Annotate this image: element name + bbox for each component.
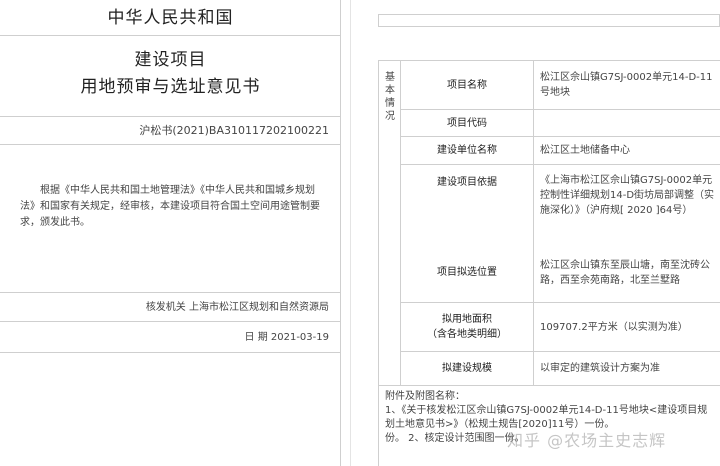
- row-value: 以审定的建筑设计方案为准: [540, 363, 660, 374]
- row-label: 拟用地面积 （含各地类明细）: [401, 303, 534, 351]
- row-value: 松江区土地储备中心: [540, 145, 630, 156]
- country-heading: 中华人民共和国: [0, 0, 341, 36]
- certificate-number: 沪松书(2021)BA310117202100221: [0, 117, 341, 145]
- title-line-1: 建设项目: [134, 50, 207, 70]
- row-value: 109707.2平方米（以实测为准）: [540, 321, 688, 333]
- category-char: 本: [385, 85, 395, 96]
- header-strip: [378, 14, 720, 27]
- panel-divider: [350, 0, 351, 466]
- document-title: 建设项目 用地预审与选址意见书: [0, 36, 341, 117]
- details-panel: 基 本 情 况 项目名称 松江区佘山镇G7SJ-0002单元14-D-11号地块…: [360, 0, 720, 466]
- table-row: 项目代码: [401, 110, 720, 137]
- certificate-body: 根据《中华人民共和国土地管理法》《中华人民共和国城乡规划法》和国家有关规定，经审…: [0, 145, 341, 293]
- category-cell: 基 本 情 况: [379, 61, 401, 386]
- row-value: 松江区佘山镇G7SJ-0002单元14-D-11号地块: [540, 72, 713, 98]
- row-label: 拟建设规模: [401, 352, 534, 385]
- attachments-title: 附件及附图名称：: [385, 391, 465, 402]
- table-row: 建设单位名称 松江区土地储备中心: [401, 137, 720, 165]
- table-row: 项目拟选位置 松江区佘山镇东至辰山塘，南至沈砖公路，西至佘苑南路，北至兰墅路: [401, 243, 720, 303]
- basic-info-table: 基 本 情 况 项目名称 松江区佘山镇G7SJ-0002单元14-D-11号地块…: [378, 60, 720, 466]
- certificate-panel: 中华人民共和国 建设项目 用地预审与选址意见书 沪松书(2021)BA31011…: [0, 0, 341, 466]
- category-char: 情: [385, 98, 395, 109]
- row-value: [534, 110, 720, 136]
- row-label: 建设单位名称: [401, 137, 534, 164]
- table-row: 拟建设规模 以审定的建筑设计方案为准: [401, 352, 720, 386]
- table-row: 拟用地面积 （含各地类明细） 109707.2平方米（以实测为准）: [401, 303, 720, 352]
- title-line-2: 用地预审与选址意见书: [80, 77, 261, 97]
- issue-date: 日 期 2021-03-19: [0, 322, 341, 353]
- row-label: 项目名称: [401, 61, 534, 109]
- issuing-authority: 核发机关 上海市松江区规划和自然资源局: [0, 293, 341, 322]
- table-row: 项目名称 松江区佘山镇G7SJ-0002单元14-D-11号地块: [401, 61, 720, 110]
- watermark: 知乎 @农场主史志辉: [507, 431, 667, 450]
- row-label: 项目拟选位置: [401, 243, 534, 302]
- category-char: 况: [385, 111, 395, 122]
- category-char: 基: [385, 72, 395, 83]
- row-value: 松江区佘山镇东至辰山塘，南至沈砖公路，西至佘苑南路，北至兰墅路: [540, 259, 710, 286]
- row-label: 项目代码: [401, 110, 534, 136]
